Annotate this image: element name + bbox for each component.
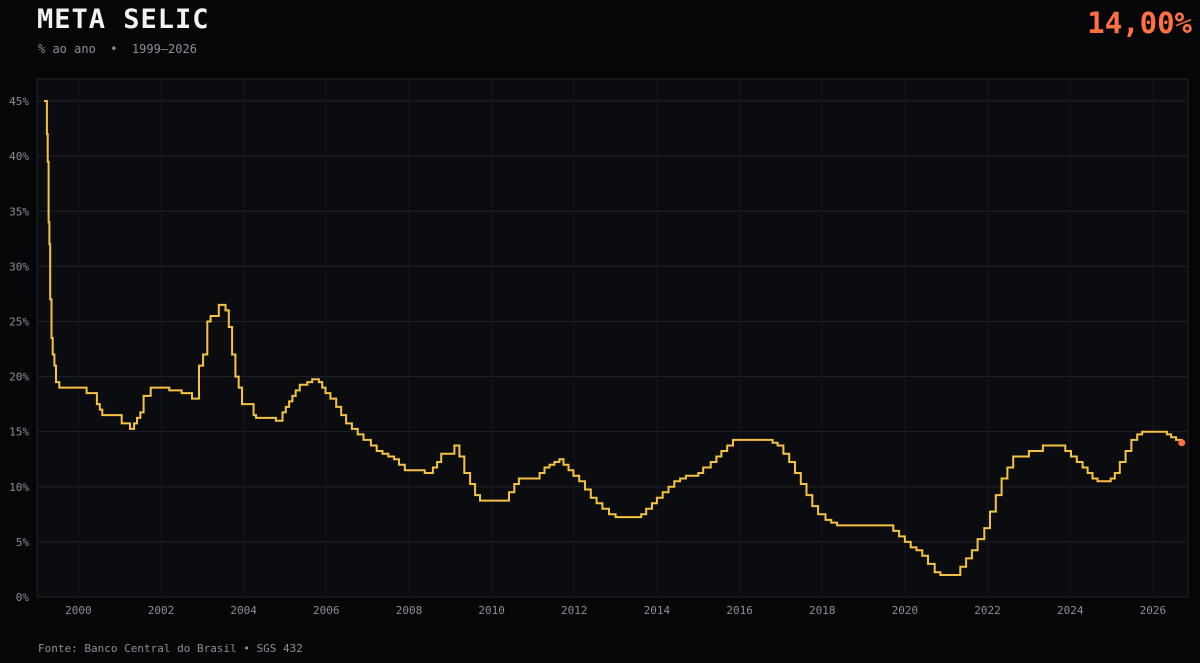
- x-tick-label: 2014: [644, 604, 671, 617]
- x-tick-label: 2026: [1140, 604, 1167, 617]
- x-tick-label: 2016: [726, 604, 753, 617]
- x-tick-label: 2024: [1057, 604, 1084, 617]
- x-tick-label: 2000: [65, 604, 92, 617]
- y-tick-label: 45%: [9, 95, 29, 108]
- x-tick-label: 2010: [478, 604, 505, 617]
- source-footer: Fonte: Banco Central do Brasil • SGS 432: [38, 642, 303, 655]
- x-tick-label: 2020: [892, 604, 919, 617]
- x-tick-label: 2006: [313, 604, 340, 617]
- selic-chart: 0%5%10%15%20%25%30%35%40%45% 2000 2002 200…: [9, 78, 1189, 617]
- y-tick-label: 10%: [9, 481, 29, 494]
- last-point-marker: [1178, 439, 1186, 447]
- y-tick-label: 30%: [9, 260, 29, 273]
- x-tick-label: 2022: [974, 604, 1001, 617]
- x-tick-label: 2018: [809, 604, 836, 617]
- x-tick-label: 2004: [230, 604, 257, 617]
- y-tick-label: 15%: [9, 426, 29, 439]
- y-tick-label: 35%: [9, 205, 29, 218]
- y-tick-label: 5%: [16, 536, 30, 549]
- y-tick-label: 20%: [9, 371, 29, 384]
- plot-area: [36, 78, 1189, 598]
- x-tick-label: 2008: [396, 604, 423, 617]
- x-tick-label: 2012: [561, 604, 588, 617]
- x-tick-label: 2002: [148, 604, 175, 617]
- y-axis: 0% 5% 10% 15% 20% 25% 30% 35% 40% 45%: [9, 95, 29, 604]
- y-tick-label: 25%: [9, 315, 29, 328]
- y-tick-label: 40%: [9, 150, 29, 163]
- y-tick-label: 0%: [16, 591, 30, 604]
- x-axis: 2000 2002 2004 2006 2008 2010 2012 2014 2016 2018…: [65, 604, 1166, 617]
